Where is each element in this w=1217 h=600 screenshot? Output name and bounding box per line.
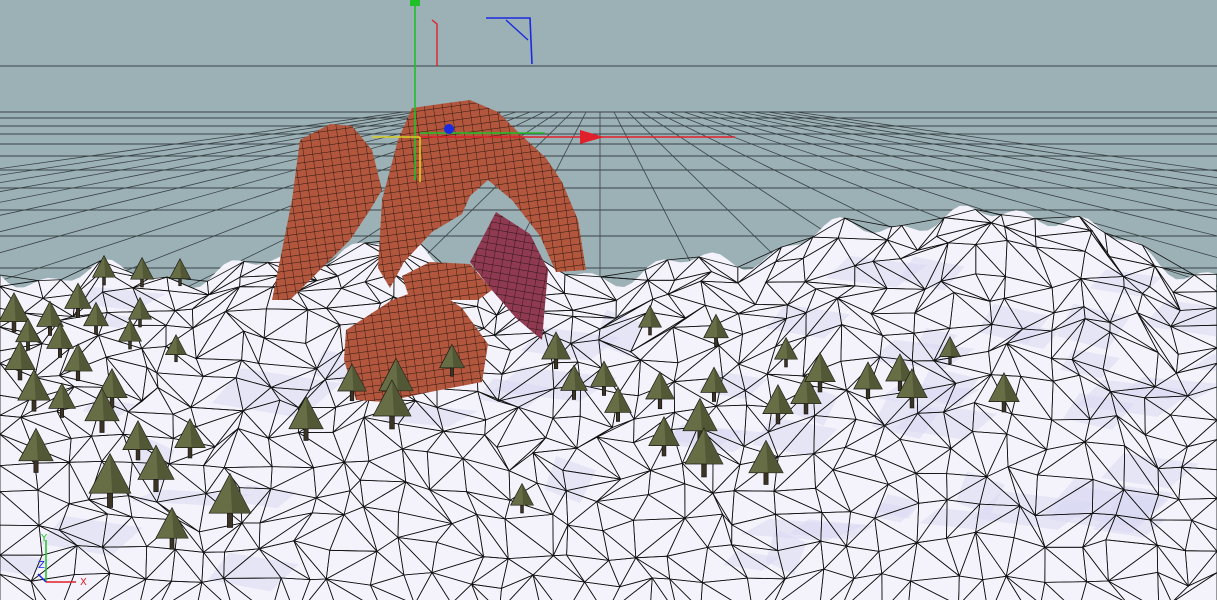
gizmo-y-handle[interactable] <box>410 0 420 6</box>
3d-viewport[interactable]: Y Z X <box>0 0 1217 600</box>
corner-y-label: Y <box>40 533 48 544</box>
gizmo-pivot[interactable] <box>444 124 454 134</box>
corner-x-label: X <box>80 577 87 588</box>
corner-z-label: Z <box>38 560 45 571</box>
scene-canvas[interactable]: Y Z X <box>0 0 1217 600</box>
